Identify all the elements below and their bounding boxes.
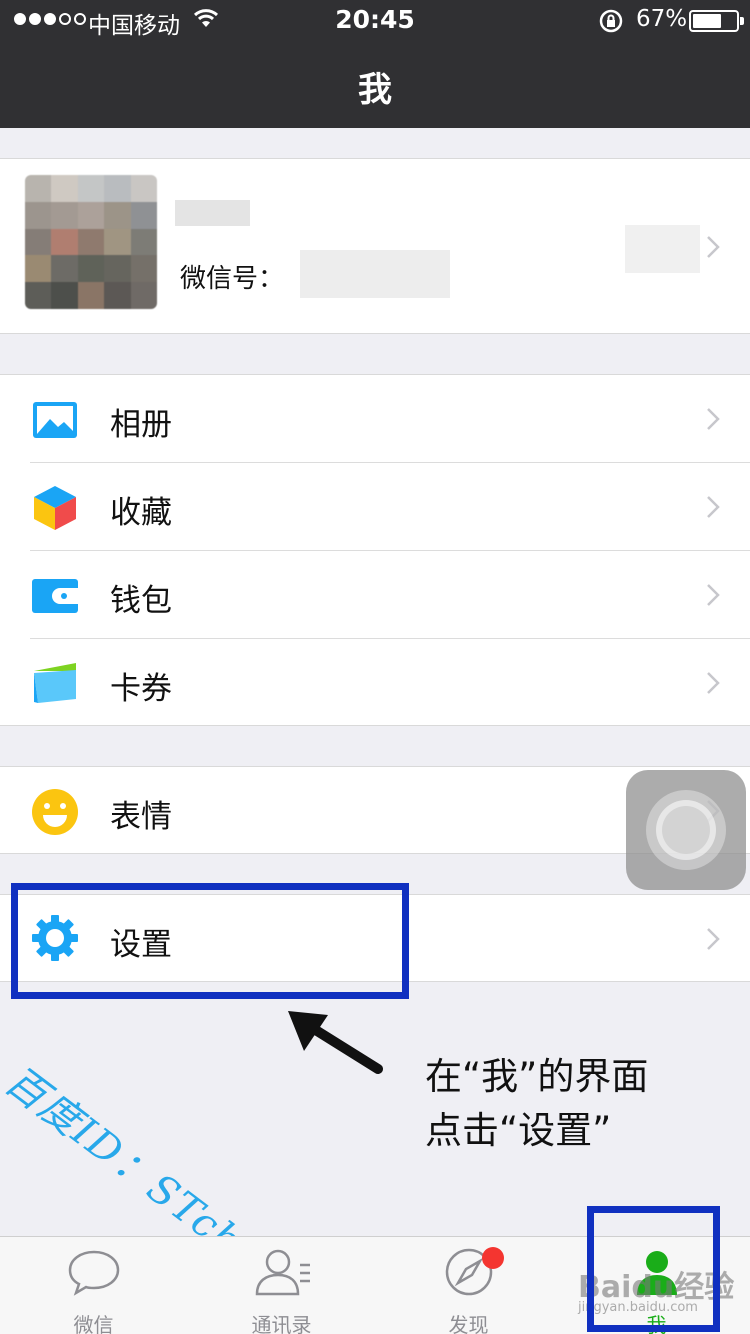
sticker-smiley-icon <box>32 789 78 835</box>
tab-label: 微信 <box>73 1313 114 1334</box>
chat-bubble-icon <box>68 1250 119 1296</box>
tab-label: 发现 <box>448 1313 489 1334</box>
wechat-id-label: 微信号： <box>180 264 285 294</box>
menu-item-favorites[interactable]: 收藏 <box>0 463 750 551</box>
menu-item-label: 收藏 <box>110 495 172 531</box>
contacts-icon <box>255 1249 310 1296</box>
battery-icon <box>689 10 739 32</box>
menu-item-label: 相册 <box>110 407 172 443</box>
menu-item-label: 卡券 <box>110 671 172 707</box>
menu-item-wallet[interactable]: 钱包 <box>0 551 750 639</box>
annotation-line-2: 点击“设置” <box>425 1109 612 1152</box>
discover-notification-badge <box>482 1247 504 1269</box>
me-tab-highlight-box <box>587 1206 720 1332</box>
album-icon <box>33 402 77 438</box>
chevron-right-icon <box>707 584 720 606</box>
arrow-pointer-icon <box>288 1011 383 1074</box>
status-bar: 中国移动 20:45 67% <box>0 0 750 40</box>
card-coupon-icon <box>34 663 76 703</box>
chevron-right-icon <box>707 408 720 430</box>
rotation-lock-icon <box>599 9 623 33</box>
qr-code-blurred <box>625 225 700 273</box>
chevron-right-icon <box>707 236 720 258</box>
menu-group-1: 相册 收藏 钱包 卡券 <box>0 374 750 726</box>
tab-contacts[interactable]: 通讯录 <box>188 1237 375 1334</box>
menu-item-label: 钱包 <box>110 583 172 619</box>
tab-label: 通讯录 <box>251 1313 312 1334</box>
menu-item-album[interactable]: 相册 <box>0 375 750 463</box>
avatar[interactable] <box>25 175 157 309</box>
menu-item-card-coupon[interactable]: 卡券 <box>0 639 750 727</box>
page-title: 我 <box>358 70 392 110</box>
battery-percent: 67% <box>636 6 688 32</box>
wallet-icon <box>32 579 78 613</box>
tab-chats[interactable]: 微信 <box>0 1237 187 1334</box>
menu-item-label: 表情 <box>110 799 172 835</box>
favorites-icon <box>34 486 76 530</box>
settings-highlight-box <box>11 883 409 999</box>
chevron-right-icon <box>707 672 720 694</box>
annotation-line-1: 在“我”的界面 <box>425 1055 649 1098</box>
chevron-right-icon <box>707 496 720 518</box>
chevron-right-icon <box>707 928 720 950</box>
wechat-id-blurred <box>300 250 450 298</box>
nickname-blurred <box>175 200 250 226</box>
tab-discover[interactable]: 发现 <box>375 1237 562 1334</box>
assistive-touch-button[interactable] <box>626 770 746 890</box>
